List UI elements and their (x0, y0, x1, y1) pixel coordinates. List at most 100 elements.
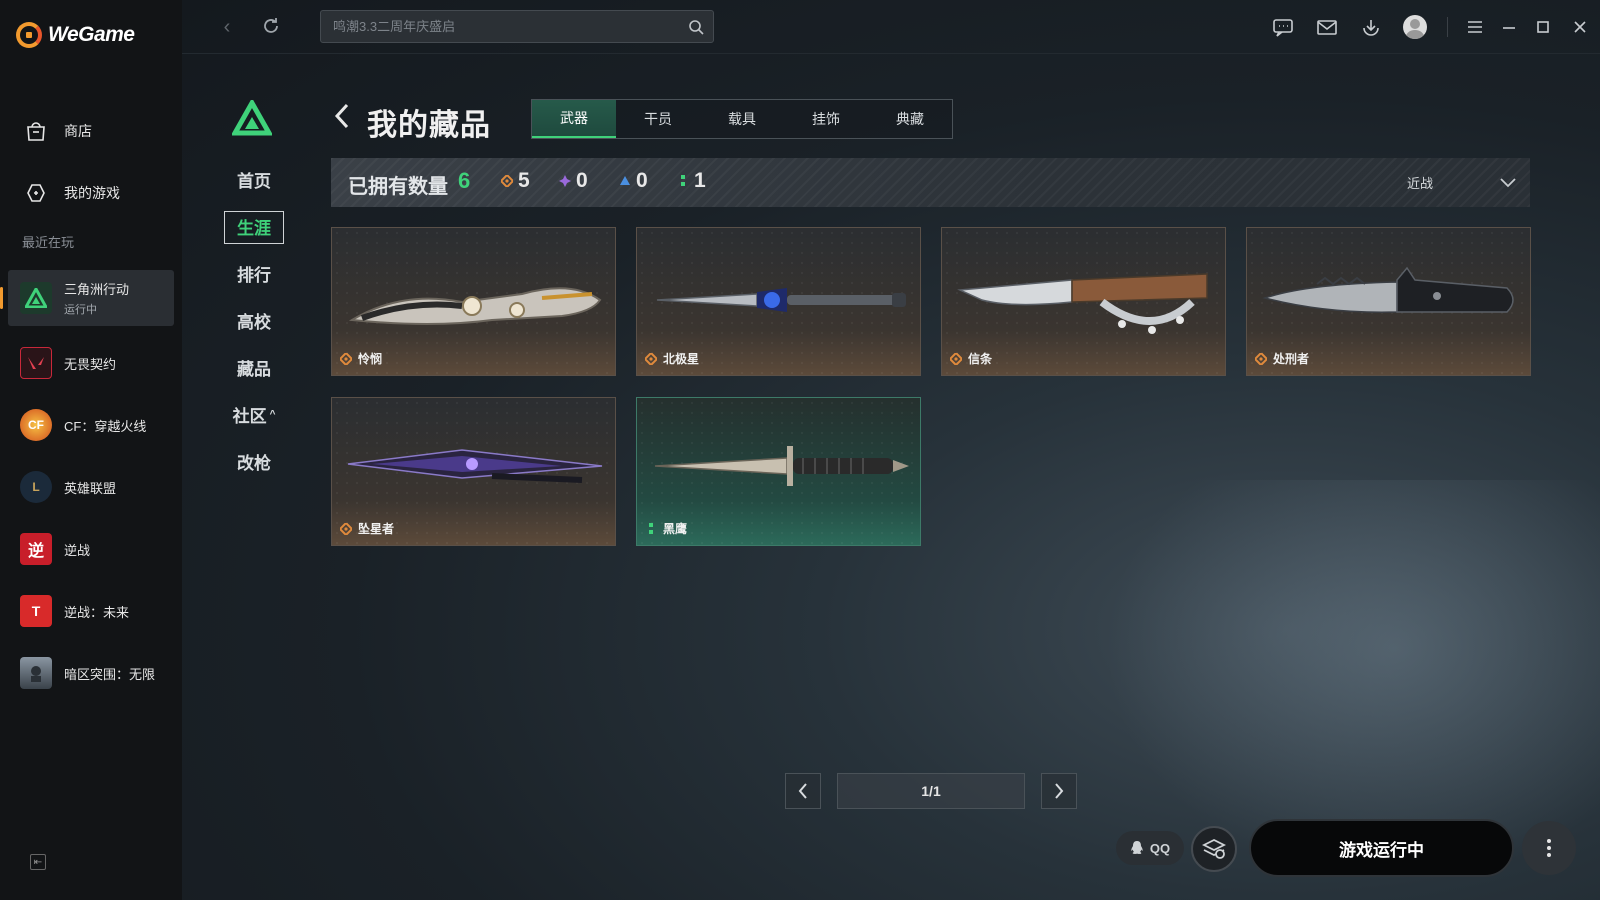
game-nav-label: 改枪 (237, 454, 271, 473)
download-icon[interactable] (1349, 0, 1393, 54)
chevron-right-icon (1055, 783, 1064, 799)
item-name-label: 黑鹰 (663, 522, 688, 536)
weapon-category-dropdown[interactable]: 近战 (1393, 158, 1530, 207)
recent-game-arena-breakout[interactable]: 暗区突围：无限 (0, 642, 182, 704)
game-nav-home[interactable]: 首页 (222, 156, 286, 203)
more-vertical-icon (1547, 839, 1551, 857)
recent-game-delta-force[interactable]: 三角洲行动 运行中 (0, 270, 174, 326)
divider (1447, 17, 1448, 37)
page-back-icon[interactable] (333, 102, 351, 138)
rarity-blue-icon (620, 176, 630, 185)
top-bar: ‹ (182, 0, 1600, 54)
item-card[interactable]: 信条 (941, 227, 1226, 376)
recent-game-valorant[interactable]: 无畏契约 (0, 332, 182, 394)
rarity-orange-icon (340, 352, 352, 365)
owned-stats-bar: 已拥有数量 6 5 0 0 1 近战 (331, 158, 1530, 207)
game-nav-label: 藏品 (237, 360, 271, 379)
close-icon[interactable] (1560, 0, 1600, 54)
nizhan-game-icon: 逆 (20, 533, 52, 565)
recent-game-nizhan[interactable]: 逆 逆战 (0, 518, 182, 580)
game-nav-label: 社区 (232, 407, 267, 426)
item-name: 处刑者 (1255, 350, 1309, 367)
recent-game-lol[interactable]: L 英雄联盟 (0, 456, 182, 518)
tab-operators[interactable]: 干员 (616, 100, 700, 138)
app-name: WeGame (48, 23, 135, 46)
game-nav-gunsmith[interactable]: 改枪 (222, 438, 286, 485)
recent-game-crossfire[interactable]: CF CF：穿越火线 (0, 394, 182, 456)
chat-icon[interactable] (1261, 0, 1305, 54)
minimize-icon[interactable] (1492, 0, 1526, 54)
recent-games-list: 三角洲行动 运行中 无畏契约 CF CF：穿越火线 L 英雄联盟 逆 逆战 T … (0, 270, 182, 704)
tab-charms[interactable]: 挂饰 (784, 100, 868, 138)
crossfire-game-icon: CF (20, 409, 52, 441)
page-indicator: 1/1 (837, 773, 1025, 809)
search-input[interactable] (321, 11, 671, 42)
shop-bag-icon (27, 122, 45, 141)
rarity-green-count: 1 (694, 169, 706, 192)
item-card[interactable]: 黑鹰 (636, 397, 921, 546)
nav-item-label: 商店 (64, 123, 92, 139)
refresh-icon[interactable] (260, 16, 282, 38)
qq-login-button[interactable]: QQ (1116, 831, 1184, 865)
purple-blade-icon (347, 449, 603, 483)
rarity-green-icon (681, 175, 685, 186)
pagination: 1/1 (785, 773, 1077, 809)
game-nav-college[interactable]: 高校 (222, 297, 286, 344)
owned-count-total: 6 (458, 168, 471, 193)
dagger-blue-icon (656, 288, 906, 312)
rarity-orange-icon (950, 352, 962, 365)
wegame-logo[interactable]: WeGame (16, 22, 135, 48)
wegame-window: WeGame 商店 我的游戏 最近在玩 三角洲行动 运行中 无畏契约 CF CF… (0, 0, 1600, 900)
prev-page-button[interactable] (785, 773, 821, 809)
rarity-purple-stat: 0 (559, 169, 588, 193)
item-name-label: 信条 (968, 352, 993, 366)
overlay-toggle-button[interactable] (1191, 826, 1237, 872)
mail-icon[interactable] (1305, 0, 1349, 54)
game-nav-career[interactable]: 生涯 (222, 203, 286, 250)
serrated-knife-icon (1262, 266, 1514, 313)
nav-item-label: 我的游戏 (64, 185, 120, 201)
recent-game-label: 暗区突围：无限 (64, 666, 156, 682)
item-name: 黑鹰 (645, 520, 687, 537)
item-name-label: 处刑者 (1273, 352, 1310, 366)
item-name: 怜悯 (340, 350, 382, 367)
delta-force-logo-icon[interactable] (230, 97, 274, 136)
game-nav-ranking[interactable]: 排行 (222, 250, 286, 297)
item-card[interactable]: 坠星者 (331, 397, 616, 546)
combat-knife-icon (654, 446, 909, 486)
arena-breakout-game-icon (20, 657, 52, 689)
nav-item-my-games[interactable]: 我的游戏 (0, 162, 182, 224)
item-card[interactable]: 怜悯 (331, 227, 616, 376)
more-options-button[interactable] (1522, 821, 1576, 875)
recent-section-title: 最近在玩 (22, 235, 75, 250)
tab-vehicles[interactable]: 载具 (700, 100, 784, 138)
user-avatar[interactable] (1393, 0, 1437, 54)
item-name: 坠星者 (340, 520, 394, 537)
item-card[interactable]: 北极星 (636, 227, 921, 376)
menu-icon[interactable] (1458, 0, 1492, 54)
rarity-orange-icon (645, 352, 657, 365)
maximize-icon[interactable] (1526, 0, 1560, 54)
next-page-button[interactable] (1041, 773, 1077, 809)
rarity-purple-count: 0 (576, 169, 588, 192)
qq-label: QQ (1149, 840, 1171, 856)
league-of-legends-game-icon: L (20, 471, 52, 503)
collapse-sidebar-icon[interactable]: ⇤ (30, 854, 46, 870)
nav-item-shop[interactable]: 商店 (0, 100, 182, 162)
recent-game-nizhan-future[interactable]: T 逆战：未来 (0, 580, 182, 642)
dropdown-selected-value: 近战 (1407, 176, 1434, 191)
back-arrow-icon[interactable]: ‹ (216, 16, 238, 38)
layers-icon (1202, 838, 1226, 859)
item-name: 北极星 (645, 350, 699, 367)
rarity-orange-icon (1255, 352, 1267, 365)
game-running-button[interactable]: 游戏运行中 (1249, 819, 1514, 877)
search-icon[interactable] (687, 18, 705, 36)
item-card[interactable]: 处刑者 (1246, 227, 1531, 376)
valorant-game-icon (20, 347, 52, 379)
owned-count-label: 已拥有数量 (348, 176, 448, 198)
tab-collector[interactable]: 典藏 (868, 100, 952, 138)
tab-weapons[interactable]: 武器 (532, 100, 616, 138)
game-nav-collection[interactable]: 藏品 (222, 344, 286, 391)
game-nav-community[interactable]: 社区 ^ (222, 391, 286, 438)
rarity-purple-icon (559, 175, 571, 187)
